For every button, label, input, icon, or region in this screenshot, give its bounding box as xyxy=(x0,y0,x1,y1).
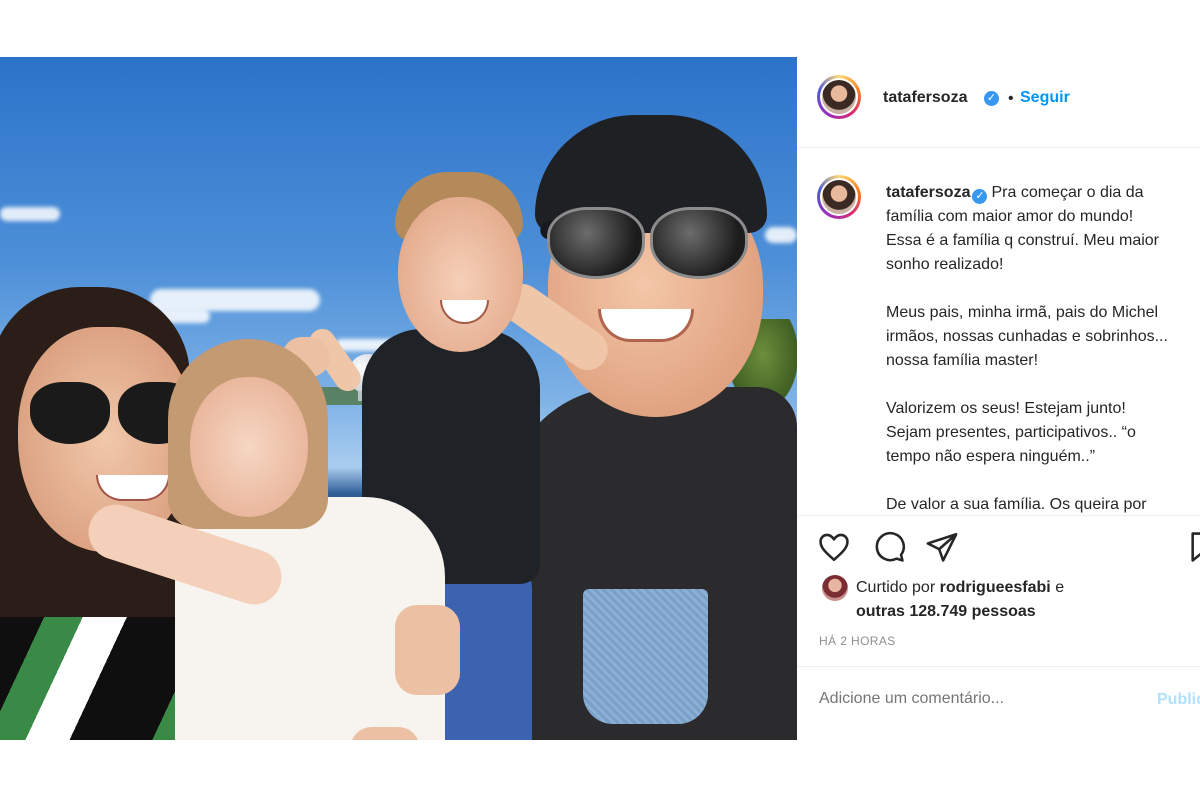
caption-line: Pra começar o dia da xyxy=(991,184,1144,201)
caption-paragraph-3: Valorizem os seus! Estejam junto! Sejam … xyxy=(886,397,1200,469)
comment-input[interactable] xyxy=(819,690,1119,708)
man-sunglasses-left xyxy=(547,207,645,279)
caption-paragraph-2: Meus pais, minha irmã, pais do Michel ir… xyxy=(886,301,1200,373)
liked-by-and: e xyxy=(1055,579,1065,596)
follow-button[interactable]: Seguir xyxy=(1020,89,1070,107)
liked-by-label: Curtido por xyxy=(856,579,936,596)
caption-line: irmãos, nossas cunhadas e sobrinhos... xyxy=(886,328,1168,345)
share-icon[interactable] xyxy=(925,530,959,564)
man-hand xyxy=(395,605,460,695)
caption-line: nossa família master! xyxy=(886,352,1039,369)
separator-dot: • xyxy=(1008,90,1014,107)
caption-line: Essa é a família q construí. Meu maior xyxy=(886,232,1159,249)
cloud xyxy=(765,227,797,243)
post-side-panel: tatafersoza ✓ • Seguir tatafersoza ✓ Pra c… xyxy=(797,57,1200,740)
save-icon[interactable] xyxy=(1187,530,1200,564)
caption-line: sonho realizado! xyxy=(886,256,1004,273)
post-caption: tatafersoza ✓ Pra começar o dia da família… xyxy=(886,181,1200,541)
caption-line: Sejam presentes, participativos.. “o xyxy=(886,424,1136,441)
caption-username[interactable]: tatafersoza xyxy=(886,184,970,201)
actions-divider xyxy=(797,515,1200,516)
caption-line: De valor a sua família. Os queira por xyxy=(886,496,1147,513)
post-photo[interactable] xyxy=(0,57,797,740)
liked-by-username[interactable]: rodrigueesfabi xyxy=(940,579,1051,596)
likes-summary: Curtido por rodrigueesfabi e outras 128.… xyxy=(856,576,1064,624)
boy-face xyxy=(398,197,523,352)
liker-avatar[interactable] xyxy=(822,575,848,601)
caption-line: Meus pais, minha irmã, pais do Michel xyxy=(886,304,1159,321)
man-sunglasses-right xyxy=(650,207,748,279)
verified-badge-icon: ✓ xyxy=(984,91,999,106)
comment-divider xyxy=(797,666,1200,667)
cloud xyxy=(150,289,320,311)
post-timestamp[interactable]: HÁ 2 HORAS xyxy=(819,634,896,648)
woman-sunglasses-left xyxy=(30,382,110,444)
verified-badge-icon: ✓ xyxy=(972,189,988,204)
shirt-pocket xyxy=(583,589,708,724)
caption-line: Valorizem os seus! Estejam junto! xyxy=(886,400,1126,417)
caption-avatar[interactable] xyxy=(817,175,861,219)
girl-face xyxy=(190,377,308,517)
comment-icon[interactable] xyxy=(872,530,906,564)
cloud xyxy=(0,207,60,221)
header-divider xyxy=(797,147,1200,148)
likes-count-link[interactable]: outras 128.749 pessoas xyxy=(856,603,1036,620)
heart-icon[interactable] xyxy=(817,530,851,564)
publish-button[interactable]: Publicar xyxy=(1157,691,1200,709)
caption-line: tempo não espera ninguém..” xyxy=(886,448,1096,465)
caption-paragraph-4: De valor a sua família. Os queira por xyxy=(886,493,1200,517)
author-username[interactable]: tatafersoza xyxy=(883,89,967,107)
caption-line: família com maior amor do mundo! xyxy=(886,208,1134,225)
caption-paragraph-1: tatafersoza ✓ Pra começar o dia da família… xyxy=(886,181,1200,277)
author-avatar[interactable] xyxy=(817,75,861,119)
